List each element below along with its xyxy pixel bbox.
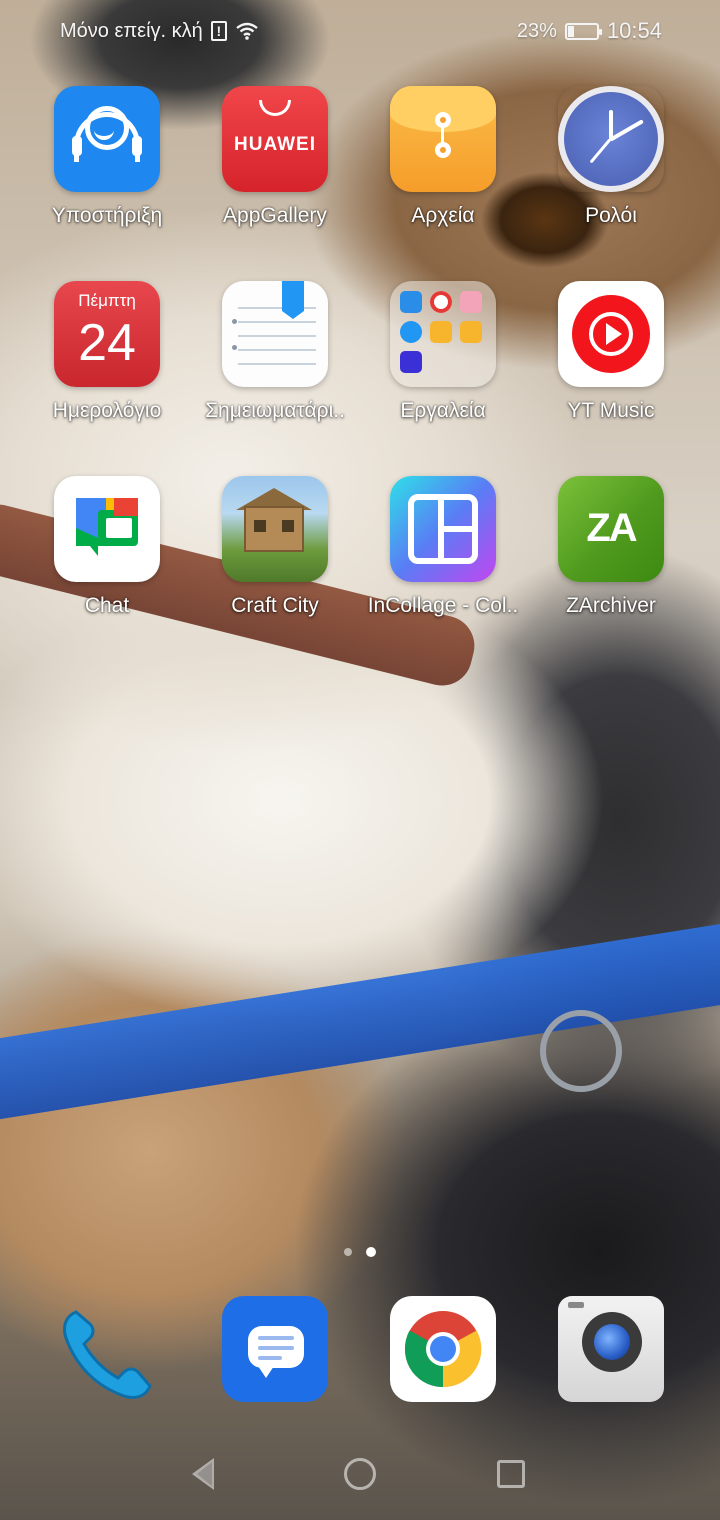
app-files[interactable]: Αρχεία (359, 86, 527, 228)
app-calendar[interactable]: Πέμπτη 24 Ημερολόγιο (23, 281, 191, 423)
app-zarchiver[interactable]: ZA ZArchiver (527, 476, 695, 618)
tools-folder-icon[interactable] (390, 281, 496, 387)
clock-time: 10:54 (606, 18, 662, 43)
appgallery-icon-text: HUAWEI (234, 134, 316, 155)
app-support[interactable]: Υποστήριξη (23, 86, 191, 228)
wifi-icon (236, 22, 258, 40)
support-headset-icon[interactable] (54, 86, 160, 192)
recent-apps-icon[interactable] (497, 1460, 525, 1488)
wallpaper-collar-ring (540, 1010, 622, 1092)
app-label: YT Music (567, 399, 655, 422)
app-chat[interactable]: Chat (23, 476, 191, 618)
google-chat-icon[interactable] (54, 476, 160, 582)
appgallery-icon[interactable]: HUAWEI (222, 86, 328, 192)
back-icon[interactable] (192, 1458, 214, 1490)
dock-phone[interactable] (50, 1296, 156, 1402)
zarchiver-icon[interactable]: ZA (558, 476, 664, 582)
status-right: 23% 10:54 (517, 18, 662, 44)
app-incollage[interactable]: InCollage - Col.. (359, 476, 527, 618)
app-label: InCollage - Col.. (367, 594, 519, 617)
wallpaper (0, 0, 720, 1520)
dock-messages[interactable] (222, 1296, 328, 1402)
battery-fill (567, 25, 574, 37)
calendar-icon-date: 24 (78, 314, 136, 372)
app-clock[interactable]: Ρολόι (527, 86, 695, 228)
carrier-text: Μόνο επείγ. κλή (60, 19, 203, 42)
phone-icon[interactable] (58, 1304, 158, 1404)
notepad-icon[interactable] (222, 281, 328, 387)
files-envelope-icon[interactable] (390, 86, 496, 192)
app-label: Υποστήριξη (51, 204, 163, 227)
calendar-icon[interactable]: Πέμπτη 24 (54, 281, 160, 387)
app-label: Εργαλεία (400, 399, 486, 422)
page-indicator (0, 1247, 720, 1257)
app-notepad[interactable]: Σημειωματάρι.. (191, 281, 359, 423)
status-bar: Μόνο επείγ. κλή ! 23% 10:54 (0, 0, 720, 62)
app-label: Craft City (231, 594, 319, 617)
navigation-bar (0, 1440, 720, 1510)
app-appgallery[interactable]: HUAWEI AppGallery (191, 86, 359, 228)
dock-camera[interactable] (558, 1296, 664, 1402)
incollage-icon[interactable] (390, 476, 496, 582)
zarchiver-icon-text: ZA (586, 506, 637, 550)
calendar-icon-day: Πέμπτη (78, 291, 136, 310)
page-dot[interactable] (344, 1248, 352, 1256)
dock-chrome[interactable] (390, 1296, 496, 1402)
battery-icon (564, 22, 602, 40)
clock-icon[interactable] (558, 86, 664, 192)
battery-percent: 23% (516, 19, 557, 42)
app-label: Chat (84, 594, 130, 617)
app-tools-folder[interactable]: Εργαλεία (359, 281, 527, 423)
app-craft-city[interactable]: Craft City (191, 476, 359, 618)
yt-music-icon[interactable] (558, 281, 664, 387)
craft-city-icon[interactable] (222, 476, 328, 582)
app-label: Σημειωματάρι.. (205, 399, 345, 422)
chrome-icon[interactable] (390, 1296, 496, 1402)
app-label: Ρολόι (585, 204, 637, 227)
app-label: Αρχεία (411, 204, 475, 227)
app-yt-music[interactable]: YT Music (527, 281, 695, 423)
app-label: AppGallery (223, 204, 327, 227)
status-left: Μόνο επείγ. κλή ! (60, 20, 259, 43)
sim-alert-icon: ! (210, 21, 227, 41)
app-label: Ημερολόγιο (52, 399, 162, 422)
app-label: ZArchiver (566, 594, 656, 617)
page-dot-active[interactable] (366, 1247, 376, 1257)
home-icon[interactable] (344, 1458, 376, 1490)
